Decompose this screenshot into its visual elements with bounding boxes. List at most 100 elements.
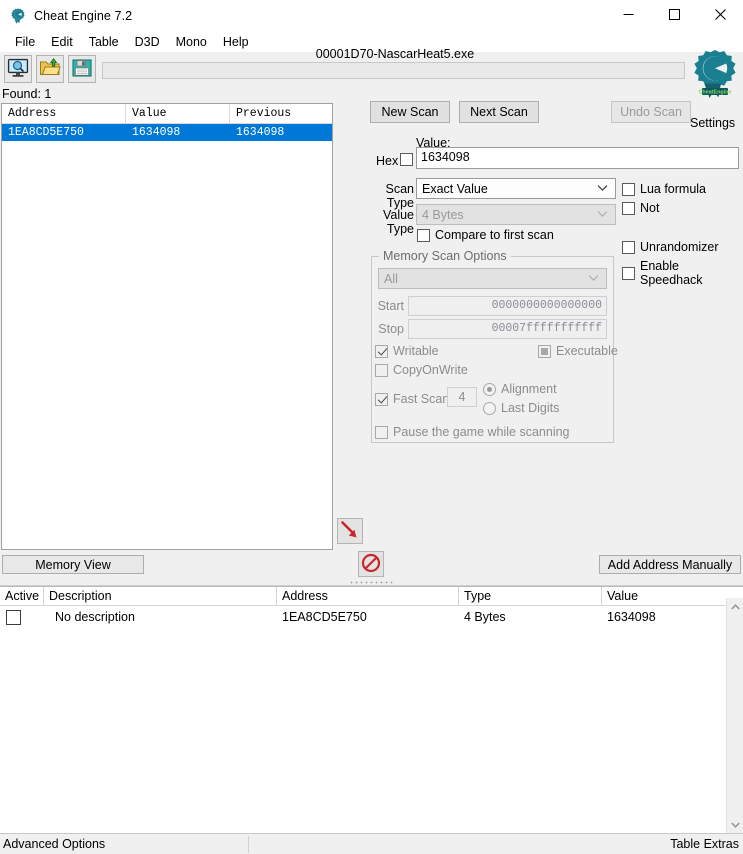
column-header-active[interactable]: Active	[0, 587, 44, 606]
cheat-table-header: Active Description Address Type Value	[0, 587, 743, 606]
memory-region-dropdown[interactable]: All	[378, 268, 607, 289]
copyonwrite-checkbox[interactable]	[375, 364, 388, 377]
start-label: Start	[372, 299, 404, 313]
compare-to-first-scan-checkbox[interactable]	[417, 229, 430, 242]
hex-checkbox[interactable]	[400, 153, 413, 166]
alignment-radio-row[interactable]: Alignment	[483, 382, 557, 396]
column-header-description[interactable]: Description	[44, 587, 277, 606]
copyonwrite-label: CopyOnWrite	[393, 363, 468, 377]
result-address: 1EA8CD5E750	[2, 124, 126, 141]
scan-results-list[interactable]: Address Value Previous 1EA8CD5E750 16340…	[1, 103, 333, 550]
add-address-manually-button[interactable]: Add Address Manually	[599, 555, 741, 574]
scan-value-input[interactable]: 1634098	[416, 147, 739, 169]
table-row[interactable]: No description 1EA8CD5E750 4 Bytes 16340…	[0, 606, 743, 628]
scroll-down-icon[interactable]	[727, 816, 743, 833]
window-title: Cheat Engine 7.2	[34, 9, 132, 23]
monitor-magnifier-icon	[7, 58, 29, 81]
cheat-engine-logo-icon	[9, 7, 27, 25]
fast-scan-checkbox[interactable]	[375, 393, 388, 406]
last-digits-radio-row[interactable]: Last Digits	[483, 401, 559, 415]
row-description[interactable]: No description	[44, 606, 277, 628]
copyonwrite-row[interactable]: CopyOnWrite	[375, 363, 468, 377]
memory-region-value: All	[384, 272, 398, 286]
unrandomizer-checkbox[interactable]	[622, 241, 635, 254]
result-value: 1634098	[126, 124, 230, 141]
stop-address-input[interactable]: 00007fffffffffff	[408, 319, 607, 339]
row-active-checkbox[interactable]	[6, 610, 21, 625]
column-header-value[interactable]: Value	[126, 104, 230, 124]
scroll-up-icon[interactable]	[727, 598, 743, 615]
pause-game-checkbox[interactable]	[375, 426, 388, 439]
window-controls	[605, 0, 743, 32]
panel-splitter[interactable]	[0, 578, 743, 586]
chevron-down-icon	[588, 270, 599, 284]
menu-item-edit[interactable]: Edit	[43, 34, 81, 50]
table-row[interactable]: 1EA8CD5E750 1634098 1634098	[2, 124, 332, 141]
lua-formula-checkbox[interactable]	[622, 183, 635, 196]
open-file-button[interactable]	[36, 55, 64, 83]
column-header-address[interactable]: Address	[2, 104, 126, 124]
writable-row[interactable]: Writable	[375, 344, 439, 358]
column-header-address[interactable]: Address	[277, 587, 459, 606]
save-file-button[interactable]	[68, 55, 96, 83]
row-address[interactable]: 1EA8CD5E750	[277, 606, 459, 628]
column-header-value[interactable]: Value	[602, 587, 743, 606]
fast-scan-alignment-input[interactable]: 4	[447, 387, 477, 407]
unrandomizer-row[interactable]: Unrandomizer	[622, 240, 719, 254]
memory-scan-options-title: Memory Scan Options	[379, 249, 511, 263]
clear-table-button[interactable]	[358, 551, 384, 577]
executable-label: Executable	[556, 344, 618, 358]
executable-row[interactable]: Executable	[538, 344, 618, 358]
settings-label[interactable]: Settings	[690, 116, 735, 130]
next-scan-button[interactable]: Next Scan	[459, 101, 539, 123]
red-no-entry-icon	[361, 553, 381, 576]
compare-to-first-scan-label: Compare to first scan	[435, 228, 554, 242]
new-scan-button[interactable]: New Scan	[370, 101, 450, 123]
writable-checkbox[interactable]	[375, 345, 388, 358]
scan-type-dropdown[interactable]: Exact Value	[416, 178, 616, 199]
maximize-button[interactable]	[651, 0, 697, 32]
floppy-save-icon	[71, 58, 93, 81]
row-type[interactable]: 4 Bytes	[459, 606, 602, 628]
close-button[interactable]	[697, 0, 743, 32]
minimize-button[interactable]	[605, 0, 651, 32]
not-label: Not	[640, 201, 659, 215]
enable-speedhack-row[interactable]: Enable Speedhack	[622, 259, 743, 287]
value-type-dropdown[interactable]: 4 Bytes	[416, 204, 616, 225]
row-active-cell[interactable]	[0, 606, 44, 628]
cheat-table-scrollbar[interactable]	[726, 598, 743, 833]
row-value[interactable]: 1634098	[602, 606, 743, 628]
splitter-grip[interactable]	[349, 581, 395, 584]
not-checkbox[interactable]	[622, 202, 635, 215]
open-process-button[interactable]	[4, 55, 32, 83]
add-to-table-arrow-button[interactable]	[337, 518, 363, 544]
cheat-engine-settings-logo-icon[interactable]: CheatEngine	[688, 48, 742, 106]
alignment-label: Alignment	[501, 382, 557, 396]
memory-view-button[interactable]: Memory View	[2, 555, 144, 574]
undo-scan-button[interactable]: Undo Scan	[611, 101, 691, 123]
pause-game-row[interactable]: Pause the game while scanning	[375, 425, 570, 439]
red-down-right-arrow-icon	[340, 520, 360, 543]
column-header-previous[interactable]: Previous	[230, 104, 332, 124]
compare-to-first-scan-row[interactable]: Compare to first scan	[417, 228, 554, 242]
advanced-options-button[interactable]: Advanced Options	[3, 837, 105, 851]
executable-checkbox[interactable]	[538, 345, 551, 358]
result-previous: 1634098	[230, 124, 332, 141]
found-count-label: Found: 1	[2, 87, 51, 101]
alignment-radio[interactable]	[483, 383, 496, 396]
table-extras-button[interactable]: Table Extras	[670, 837, 739, 851]
menu-item-file[interactable]: File	[7, 34, 43, 50]
value-type-value: 4 Bytes	[422, 208, 464, 222]
cheat-table[interactable]: Active Description Address Type Value No…	[0, 586, 743, 833]
scan-type-value: Exact Value	[422, 182, 488, 196]
fast-scan-row[interactable]: Fast Scan	[375, 392, 449, 406]
column-header-type[interactable]: Type	[459, 587, 602, 606]
stop-label: Stop	[372, 322, 404, 336]
last-digits-radio[interactable]	[483, 402, 496, 415]
enable-speedhack-checkbox[interactable]	[622, 267, 635, 280]
start-address-input[interactable]: 0000000000000000	[408, 296, 607, 316]
writable-label: Writable	[393, 344, 439, 358]
status-divider	[248, 836, 249, 853]
lua-formula-row[interactable]: Lua formula	[622, 182, 706, 196]
not-row[interactable]: Not	[622, 201, 659, 215]
